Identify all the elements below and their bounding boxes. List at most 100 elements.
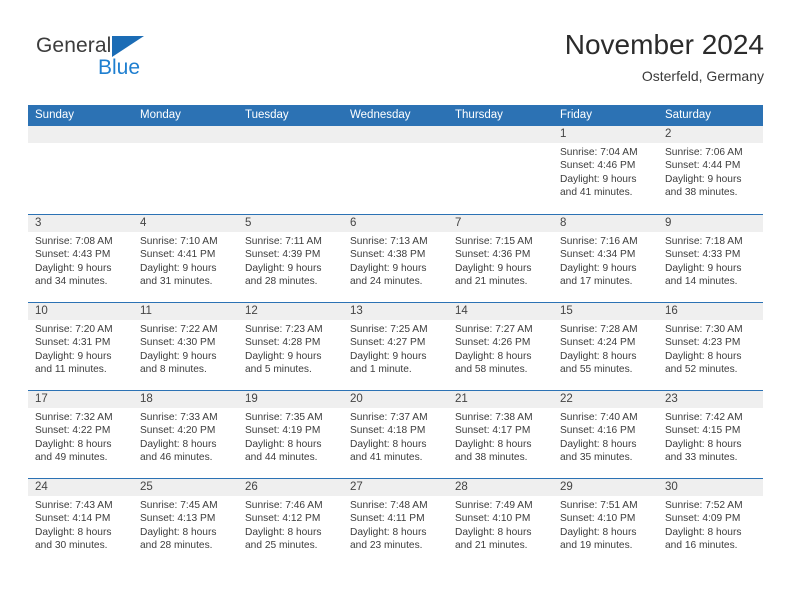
day-number: 17 [28, 391, 133, 408]
day-number: 6 [343, 215, 448, 232]
calendar-day-cell[interactable]: 27 Sunrise: 7:48 AM Sunset: 4:11 PM Dayligh… [343, 479, 448, 566]
day-number: 16 [658, 303, 763, 320]
daylight-text: Daylight: 8 hours and 55 minutes. [560, 350, 637, 376]
calendar-day-cell[interactable]: 1 Sunrise: 7:04 AM Sunset: 4:46 PM Daylight… [553, 126, 658, 214]
calendar-day-cell[interactable]: 4 Sunrise: 7:10 AM Sunset: 4:41 PM Daylight… [133, 215, 238, 302]
calendar-day-cell-empty [343, 126, 448, 214]
day-sun-info: Sunrise: 7:18 AM Sunset: 4:33 PM Daylight:… [658, 232, 763, 289]
calendar-day-cell[interactable]: 7 Sunrise: 7:15 AM Sunset: 4:36 PM Daylight… [448, 215, 553, 302]
sunrise-text: Sunrise: 7:15 AM [455, 236, 533, 247]
day-number: 26 [238, 479, 343, 496]
calendar-day-cell[interactable]: 19 Sunrise: 7:35 AM Sunset: 4:19 PM Dayligh… [238, 391, 343, 478]
day-sun-info: Sunrise: 7:51 AM Sunset: 4:10 PM Daylight:… [553, 496, 658, 553]
day-sun-info: Sunrise: 7:33 AM Sunset: 4:20 PM Daylight:… [133, 408, 238, 465]
calendar-day-cell[interactable]: 30 Sunrise: 7:52 AM Sunset: 4:09 PM Dayligh… [658, 479, 763, 566]
calendar-day-cell[interactable]: 20 Sunrise: 7:37 AM Sunset: 4:18 PM Dayligh… [343, 391, 448, 478]
day-sun-info: Sunrise: 7:11 AM Sunset: 4:39 PM Daylight:… [238, 232, 343, 289]
sunset-text: Sunset: 4:39 PM [245, 249, 321, 261]
page-header: General Blue November 2024 Osterfeld, Ge… [28, 28, 764, 98]
calendar-day-cell[interactable]: 8 Sunrise: 7:16 AM Sunset: 4:34 PM Daylight… [553, 215, 658, 302]
calendar-day-cell[interactable]: 29 Sunrise: 7:51 AM Sunset: 4:10 PM Dayligh… [553, 479, 658, 566]
calendar-day-cell[interactable]: 5 Sunrise: 7:11 AM Sunset: 4:39 PM Daylight… [238, 215, 343, 302]
day-number: 3 [28, 215, 133, 232]
calendar-day-cell[interactable]: 17 Sunrise: 7:32 AM Sunset: 4:22 PM Dayligh… [28, 391, 133, 478]
sunrise-text: Sunrise: 7:13 AM [350, 236, 428, 247]
day-number: 22 [553, 391, 658, 408]
sunset-text: Sunset: 4:14 PM [35, 513, 111, 525]
calendar-day-cell[interactable]: 16 Sunrise: 7:30 AM Sunset: 4:23 PM Dayligh… [658, 303, 763, 390]
calendar-day-cell[interactable]: 11 Sunrise: 7:22 AM Sunset: 4:30 PM Dayligh… [133, 303, 238, 390]
calendar-day-cell[interactable]: 14 Sunrise: 7:27 AM Sunset: 4:26 PM Dayligh… [448, 303, 553, 390]
day-number: 28 [448, 479, 553, 496]
day-sun-info: Sunrise: 7:20 AM Sunset: 4:31 PM Daylight:… [28, 320, 133, 377]
day-number [343, 126, 448, 143]
calendar-day-cell[interactable]: 13 Sunrise: 7:25 AM Sunset: 4:27 PM Dayligh… [343, 303, 448, 390]
daylight-text: Daylight: 8 hours and 46 minutes. [140, 438, 217, 464]
sunrise-text: Sunrise: 7:18 AM [665, 236, 743, 247]
day-number: 13 [343, 303, 448, 320]
calendar-week-row: 3 Sunrise: 7:08 AM Sunset: 4:43 PM Daylight… [28, 214, 763, 302]
calendar-day-cell[interactable]: 9 Sunrise: 7:18 AM Sunset: 4:33 PM Daylight… [658, 215, 763, 302]
sunrise-text: Sunrise: 7:23 AM [245, 324, 323, 335]
weekday-header-friday: Friday [560, 109, 592, 121]
sunset-text: Sunset: 4:23 PM [665, 337, 741, 349]
sunset-text: Sunset: 4:38 PM [350, 249, 426, 261]
sunrise-text: Sunrise: 7:33 AM [140, 412, 218, 423]
sunset-text: Sunset: 4:46 PM [560, 160, 636, 172]
daylight-text: Daylight: 8 hours and 25 minutes. [245, 526, 322, 552]
sunset-text: Sunset: 4:36 PM [455, 249, 531, 261]
day-number: 20 [343, 391, 448, 408]
sunset-text: Sunset: 4:28 PM [245, 337, 321, 349]
daylight-text: Daylight: 8 hours and 38 minutes. [455, 438, 532, 464]
day-sun-info: Sunrise: 7:32 AM Sunset: 4:22 PM Daylight:… [28, 408, 133, 465]
day-number: 9 [658, 215, 763, 232]
daylight-text: Daylight: 9 hours and 8 minutes. [140, 350, 217, 376]
daylight-text: Daylight: 9 hours and 41 minutes. [560, 173, 637, 199]
day-sun-info: Sunrise: 7:25 AM Sunset: 4:27 PM Daylight:… [343, 320, 448, 377]
day-number: 12 [238, 303, 343, 320]
day-number [448, 126, 553, 143]
sunset-text: Sunset: 4:15 PM [665, 425, 741, 437]
brand-logo[interactable]: General Blue [36, 34, 186, 90]
daylight-text: Daylight: 9 hours and 34 minutes. [35, 262, 112, 288]
daylight-text: Daylight: 8 hours and 28 minutes. [140, 526, 217, 552]
calendar-day-cell[interactable]: 22 Sunrise: 7:40 AM Sunset: 4:16 PM Dayligh… [553, 391, 658, 478]
calendar-week-row: 24 Sunrise: 7:43 AM Sunset: 4:14 PM Dayligh… [28, 478, 763, 566]
calendar-day-cell[interactable]: 28 Sunrise: 7:49 AM Sunset: 4:10 PM Dayligh… [448, 479, 553, 566]
daylight-text: Daylight: 9 hours and 1 minute. [350, 350, 427, 376]
calendar-day-cell[interactable]: 25 Sunrise: 7:45 AM Sunset: 4:13 PM Dayligh… [133, 479, 238, 566]
calendar-day-cell[interactable]: 6 Sunrise: 7:13 AM Sunset: 4:38 PM Daylight… [343, 215, 448, 302]
day-number: 30 [658, 479, 763, 496]
sunset-text: Sunset: 4:10 PM [455, 513, 531, 525]
sunrise-text: Sunrise: 7:27 AM [455, 324, 533, 335]
calendar-day-cell[interactable]: 23 Sunrise: 7:42 AM Sunset: 4:15 PM Dayligh… [658, 391, 763, 478]
calendar-day-cell[interactable]: 21 Sunrise: 7:38 AM Sunset: 4:17 PM Dayligh… [448, 391, 553, 478]
calendar-day-cell[interactable]: 24 Sunrise: 7:43 AM Sunset: 4:14 PM Dayligh… [28, 479, 133, 566]
daylight-text: Daylight: 8 hours and 33 minutes. [665, 438, 742, 464]
day-number [28, 126, 133, 143]
day-sun-info: Sunrise: 7:27 AM Sunset: 4:26 PM Daylight:… [448, 320, 553, 377]
sunrise-text: Sunrise: 7:43 AM [35, 500, 113, 511]
sunrise-text: Sunrise: 7:52 AM [665, 500, 743, 511]
day-number: 14 [448, 303, 553, 320]
daylight-text: Daylight: 8 hours and 52 minutes. [665, 350, 742, 376]
calendar-day-cell[interactable]: 2 Sunrise: 7:06 AM Sunset: 4:44 PM Daylight… [658, 126, 763, 214]
day-number: 23 [658, 391, 763, 408]
sunset-text: Sunset: 4:26 PM [455, 337, 531, 349]
sunset-text: Sunset: 4:30 PM [140, 337, 216, 349]
day-number: 7 [448, 215, 553, 232]
day-sun-info: Sunrise: 7:13 AM Sunset: 4:38 PM Daylight:… [343, 232, 448, 289]
calendar-day-cell[interactable]: 3 Sunrise: 7:08 AM Sunset: 4:43 PM Daylight… [28, 215, 133, 302]
day-sun-info: Sunrise: 7:46 AM Sunset: 4:12 PM Daylight:… [238, 496, 343, 553]
calendar-day-cell[interactable]: 26 Sunrise: 7:46 AM Sunset: 4:12 PM Dayligh… [238, 479, 343, 566]
day-sun-info: Sunrise: 7:42 AM Sunset: 4:15 PM Daylight:… [658, 408, 763, 465]
calendar-day-cell[interactable]: 15 Sunrise: 7:28 AM Sunset: 4:24 PM Dayligh… [553, 303, 658, 390]
day-number: 15 [553, 303, 658, 320]
calendar-day-cell[interactable]: 10 Sunrise: 7:20 AM Sunset: 4:31 PM Dayligh… [28, 303, 133, 390]
sunrise-text: Sunrise: 7:32 AM [35, 412, 113, 423]
calendar-day-cell[interactable]: 18 Sunrise: 7:33 AM Sunset: 4:20 PM Dayligh… [133, 391, 238, 478]
daylight-text: Daylight: 8 hours and 35 minutes. [560, 438, 637, 464]
calendar-day-cell[interactable]: 12 Sunrise: 7:23 AM Sunset: 4:28 PM Dayligh… [238, 303, 343, 390]
brand-name-blue: Blue [98, 56, 141, 79]
daylight-text: Daylight: 9 hours and 28 minutes. [245, 262, 322, 288]
